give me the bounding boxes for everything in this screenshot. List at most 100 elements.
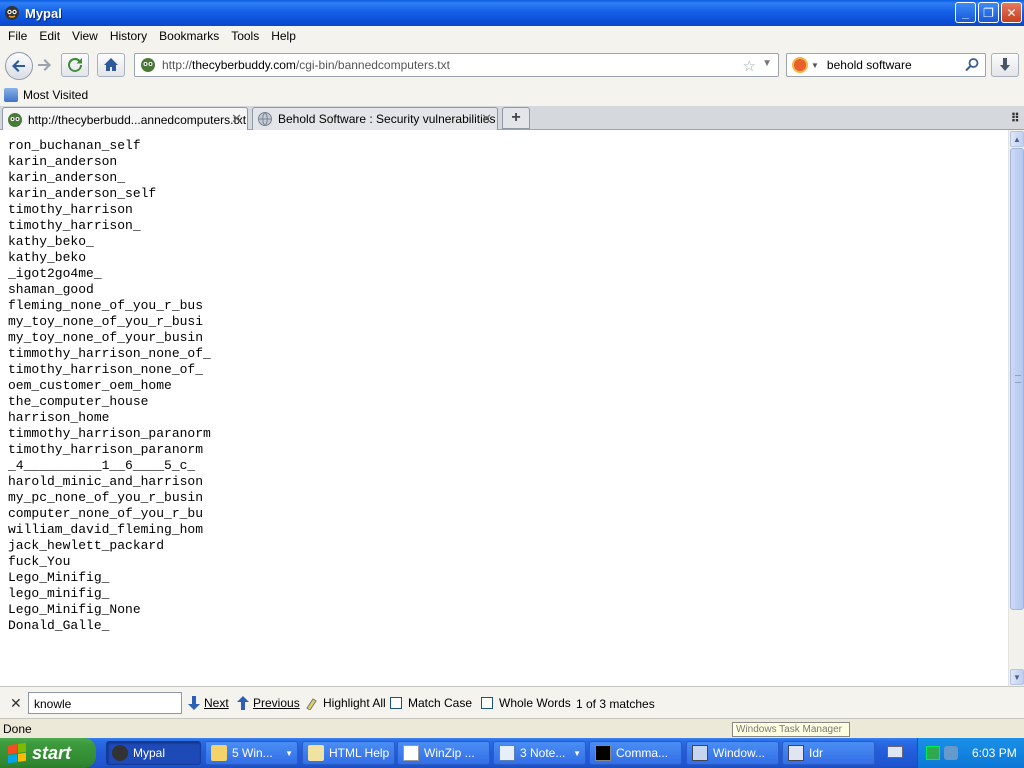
tooltip: Windows Task Manager <box>732 722 850 737</box>
whole-words-label: Whole Words <box>499 696 571 710</box>
url-dropdown-icon[interactable]: ▼ <box>762 58 772 69</box>
back-arrow-icon <box>12 60 25 72</box>
new-tab-button[interactable]: + <box>502 107 530 129</box>
mypal-app-icon <box>5 6 19 20</box>
app-icon <box>788 745 804 761</box>
close-find-icon[interactable]: ✕ <box>10 695 22 712</box>
close-button[interactable]: ✕ <box>1001 2 1022 23</box>
scroll-up-arrow-icon[interactable]: ▲ <box>1010 131 1024 147</box>
text-line: computer_none_of_you_r_bu <box>8 506 204 521</box>
restore-button[interactable]: ❐ <box>978 2 999 23</box>
taskbar-button-winzip[interactable]: WinZip ... <box>397 741 490 765</box>
forward-button[interactable] <box>36 57 52 76</box>
text-line: william_david_fleming_hom <box>8 522 204 537</box>
text-line: karin_anderson_self <box>8 186 157 201</box>
home-icon <box>104 58 118 71</box>
find-previous-button[interactable]: Previous <box>237 696 300 710</box>
network-icon[interactable] <box>944 746 958 760</box>
taskbar-button-windows-explorer[interactable]: 5 Win... ▼ <box>205 741 298 765</box>
reload-icon <box>68 57 82 72</box>
bookmarks-toolbar: Most Visited <box>0 84 1024 106</box>
forward-arrow-icon <box>38 59 51 71</box>
tab-favicon-icon <box>8 112 22 127</box>
navigation-toolbar: http://thecyberbuddy.com/cgi-bin/bannedc… <box>0 46 1024 84</box>
window-controls: _ ❐ ✕ <box>955 2 1022 23</box>
tab-behold-software[interactable]: Behold Software : Security vulnerabiliti… <box>252 107 498 130</box>
text-line: my_toy_none_of_you_r_busi <box>8 314 204 329</box>
bookmark-star-icon[interactable]: ☆ <box>743 57 756 75</box>
text-line: fleming_none_of_you_r_bus <box>8 298 204 313</box>
taskbar-button-task-manager[interactable]: Window... <box>686 741 779 765</box>
search-input[interactable] <box>826 58 967 72</box>
help-icon <box>308 745 324 761</box>
keyboard-icon[interactable] <box>887 746 903 758</box>
search-engine-dropdown-icon[interactable]: ▼ <box>811 61 819 70</box>
text-line: the_computer_house <box>8 394 149 409</box>
mypal-icon <box>112 745 128 761</box>
text-line: my_pc_none_of_you_r_busin <box>8 490 204 505</box>
checkbox-icon <box>481 697 493 709</box>
start-button[interactable]: start <box>0 738 96 768</box>
downloads-button[interactable] <box>991 53 1019 77</box>
menu-bookmarks[interactable]: Bookmarks <box>159 29 219 43</box>
tray-green-icon[interactable] <box>926 746 940 760</box>
tab-bannedcomputers[interactable]: http://thecyberbudd...annedcomputers.txt… <box>2 107 248 131</box>
text-line: harrison_home <box>8 410 110 425</box>
winzip-icon <box>403 745 419 761</box>
text-line: ron_buchanan_self <box>8 138 141 153</box>
down-arrow-icon <box>188 696 200 710</box>
text-line: oem_customer_oem_home <box>8 378 172 393</box>
clock: 6:03 PM <box>972 746 1017 760</box>
minimize-button[interactable]: _ <box>955 2 976 23</box>
tab-close-icon[interactable]: ✕ <box>231 111 242 127</box>
window-title: Mypal <box>25 5 62 21</box>
windows-logo-icon <box>8 742 26 764</box>
text-line: shaman_good <box>8 282 94 297</box>
menu-tools[interactable]: Tools <box>231 29 259 43</box>
find-input[interactable]: knowle <box>28 692 182 714</box>
search-bar: ▼ <box>786 53 986 77</box>
text-line: my_toy_none_of_your_busin <box>8 330 204 345</box>
taskbar-label: HTML Help <box>329 746 390 760</box>
tab-list-icon[interactable]: ⠿ <box>1011 111 1020 125</box>
download-arrow-icon <box>1000 58 1010 71</box>
text-line: _igot2go4me_ <box>8 266 102 281</box>
address-url: http://thecyberbuddy.com/cgi-bin/bannedc… <box>162 58 450 72</box>
menu-view[interactable]: View <box>72 29 98 43</box>
text-line: Lego_Minifig_None <box>8 602 141 617</box>
text-line: timothy_harrison_ <box>8 218 141 233</box>
tab-label: Behold Software : Security vulnerabiliti… <box>278 112 496 126</box>
find-match-status: 1 of 3 matches <box>576 697 655 711</box>
find-next-button[interactable]: Next <box>188 696 229 710</box>
text-line: Lego_Minifig_ <box>8 570 110 585</box>
scroll-thumb[interactable] <box>1010 148 1024 610</box>
whole-words-checkbox[interactable]: Whole Words <box>481 696 571 710</box>
menu-help[interactable]: Help <box>271 29 296 43</box>
menu-file[interactable]: File <box>8 29 27 43</box>
back-button[interactable] <box>5 52 33 80</box>
search-icon[interactable] <box>964 57 980 73</box>
taskbar-label: Comma... <box>616 746 669 760</box>
status-bar: Done <box>0 718 1024 738</box>
taskbar-button-notepad[interactable]: 3 Note... ▼ <box>493 741 586 765</box>
plus-icon: + <box>511 109 521 126</box>
taskbar-button-idr[interactable]: Idr <box>782 741 875 765</box>
start-label: start <box>32 742 72 763</box>
taskbar-button-html-help[interactable]: HTML Help <box>302 741 395 765</box>
address-bar[interactable]: http://thecyberbuddy.com/cgi-bin/bannedc… <box>134 53 779 77</box>
bookmark-most-visited[interactable]: Most Visited <box>23 88 88 102</box>
search-engine-icon[interactable] <box>792 57 808 73</box>
reload-button[interactable] <box>61 53 89 77</box>
text-line: _4__________1__6____5_c_ <box>8 458 196 473</box>
home-button[interactable] <box>97 53 125 77</box>
tab-close-icon[interactable]: ✕ <box>481 111 492 127</box>
taskbar-button-command-prompt[interactable]: Comma... <box>589 741 682 765</box>
highlight-all-button[interactable]: Highlight All <box>305 696 386 710</box>
menu-edit[interactable]: Edit <box>39 29 60 43</box>
scroll-down-arrow-icon[interactable]: ▼ <box>1010 669 1024 685</box>
vertical-scrollbar[interactable]: ▲ ▼ <box>1008 130 1024 686</box>
match-case-checkbox[interactable]: Match Case <box>390 696 472 710</box>
menu-history[interactable]: History <box>110 29 147 43</box>
taskbar-button-mypal[interactable]: Mypal <box>106 741 201 765</box>
checkbox-icon <box>390 697 402 709</box>
